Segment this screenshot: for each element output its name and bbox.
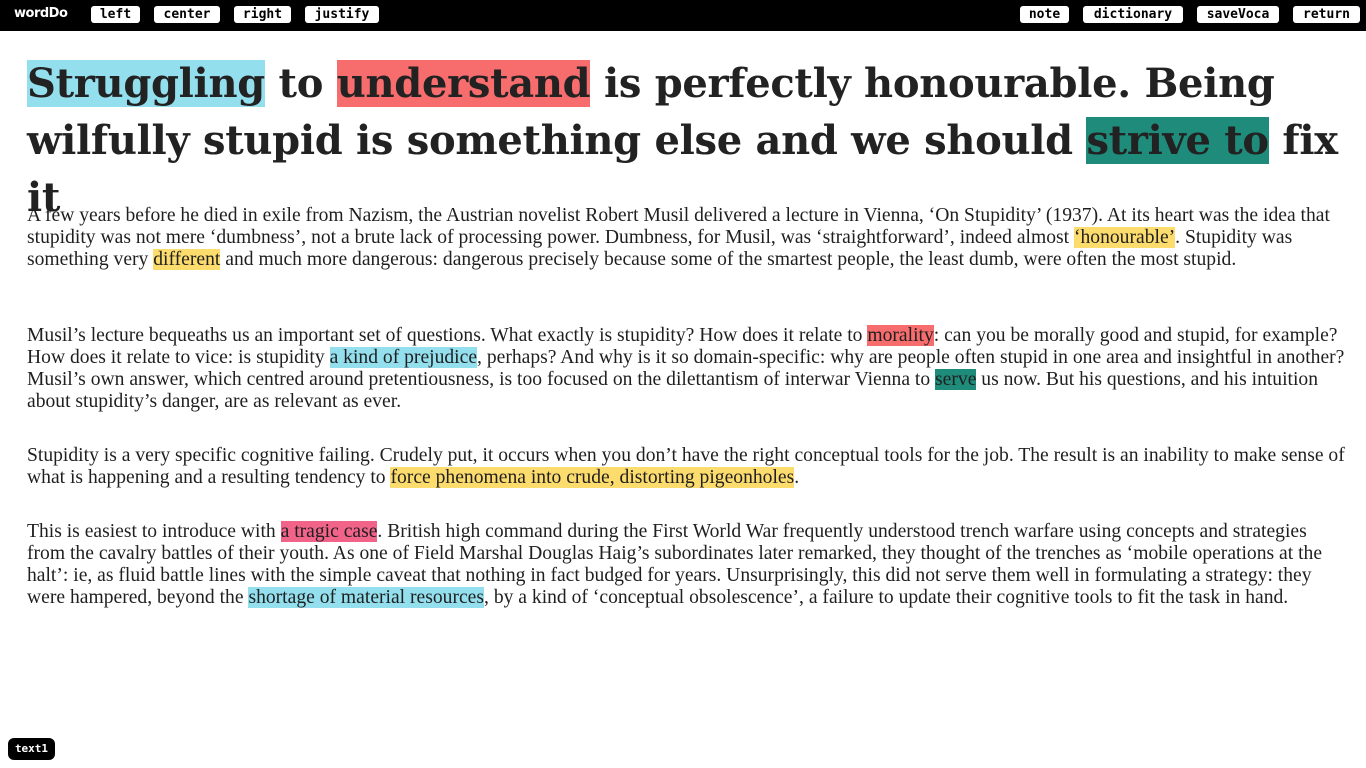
top-toolbar: wordDo left center right justify note di… (0, 0, 1366, 31)
highlight-red[interactable]: morality (867, 325, 934, 346)
app-logo: wordDo (14, 6, 68, 21)
article-title: Struggling to understand is perfectly ho… (27, 55, 1347, 226)
highlight-teal[interactable]: serve (935, 369, 977, 390)
paragraph-text: Musil’s lecture bequeaths us an importan… (27, 325, 868, 346)
return-button[interactable]: return (1293, 6, 1360, 23)
highlight-yellow[interactable]: force phenomena into crude, distorting p… (390, 467, 795, 488)
title-text: to (264, 60, 337, 107)
paragraph-2: Musil’s lecture bequeaths us an importan… (27, 325, 1345, 413)
save-voca-button[interactable]: saveVoca (1197, 6, 1279, 23)
dictionary-button[interactable]: dictionary (1083, 6, 1183, 23)
paragraph-text: This is easiest to introduce with (27, 521, 281, 542)
note-button[interactable]: note (1020, 6, 1069, 23)
align-right-button[interactable]: right (234, 6, 291, 23)
highlight-teal[interactable]: strive to (1086, 117, 1269, 164)
paragraph-text: . (794, 467, 800, 488)
align-center-button[interactable]: center (154, 6, 220, 23)
highlight-red[interactable]: understand (336, 60, 591, 107)
paragraph-1: A few years before he died in exile from… (27, 205, 1345, 271)
highlight-yellow[interactable]: ‘honourable’ (1073, 227, 1176, 248)
text-tab[interactable]: text1 (8, 738, 55, 760)
highlight-cyan[interactable]: Struggling (27, 60, 265, 107)
paragraph-text: , by a kind of ‘conceptual obsolescence’… (484, 587, 1289, 608)
highlight-cyan[interactable]: a kind of prejudice (329, 347, 478, 368)
highlight-pink[interactable]: a tragic case (280, 521, 378, 542)
highlight-yellow[interactable]: different (153, 249, 221, 270)
paragraph-text: and much more dangerous: dangerous preci… (220, 249, 1237, 270)
paragraph-4: This is easiest to introduce with a trag… (27, 521, 1345, 609)
align-left-button[interactable]: left (91, 6, 140, 23)
paragraph-3: Stupidity is a very specific cognitive f… (27, 445, 1345, 489)
highlight-cyan[interactable]: shortage of material resources (248, 587, 485, 608)
align-justify-button[interactable]: justify (305, 6, 379, 23)
